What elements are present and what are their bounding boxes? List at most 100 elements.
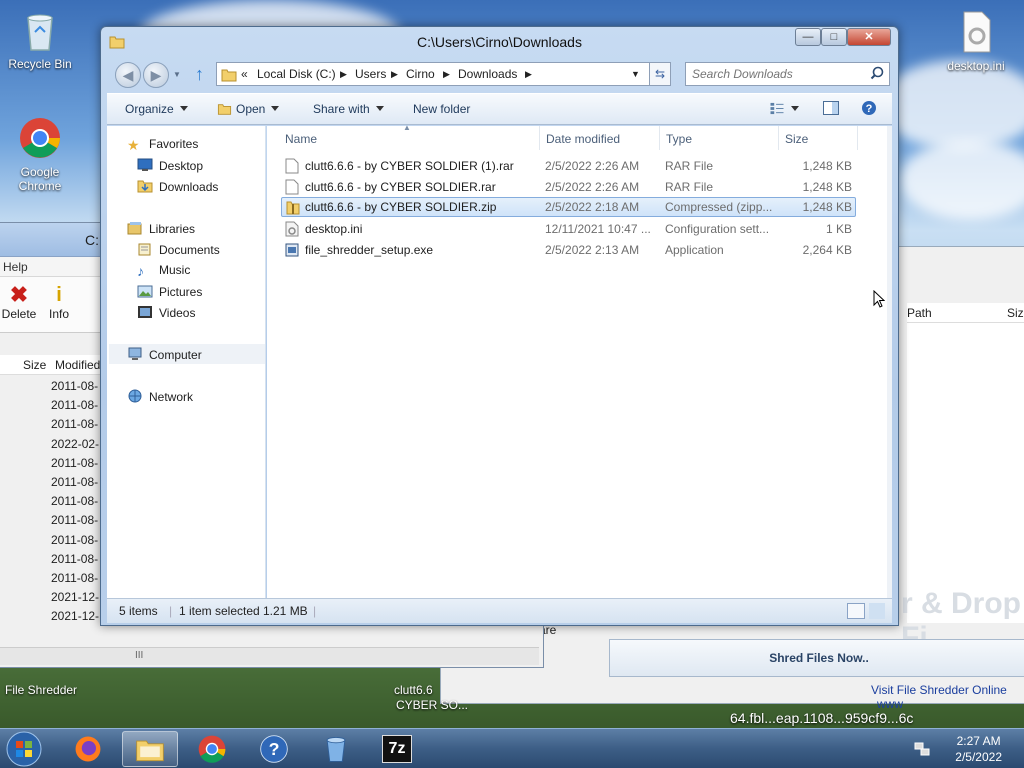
list-item[interactable]: 2011-08-	[51, 569, 99, 588]
desktop-icon-google-chrome[interactable]: Google Chrome	[0, 116, 80, 193]
maximize-button[interactable]: □	[821, 28, 847, 46]
column-header-date-modified[interactable]: Date modified	[546, 132, 620, 146]
list-item[interactable]: 2021-12-	[51, 588, 99, 607]
window-titlebar[interactable]: C:\Users\Cirno\Downloads — □ ✕	[101, 27, 898, 59]
breadcrumb-cirno[interactable]: Cirno	[406, 67, 435, 81]
file-row[interactable]: desktop.ini 12/11/2021 10:47 ... Configu…	[281, 219, 856, 239]
column-header-size[interactable]: Size	[785, 132, 808, 146]
taskbar-explorer[interactable]	[122, 731, 178, 767]
column-divider[interactable]	[857, 126, 858, 150]
details-view-toggle[interactable]	[847, 603, 865, 619]
chevron-right-icon[interactable]: ▶	[443, 69, 450, 80]
search-box[interactable]	[685, 62, 890, 86]
system-clock[interactable]: 2:27 AM 2/5/2022	[955, 733, 1002, 765]
chevron-right-icon[interactable]: ▶	[391, 69, 398, 80]
desktop-icon-recycle-bin[interactable]: Recycle Bin	[0, 8, 80, 71]
nav-network[interactable]: Network	[127, 389, 193, 404]
search-input[interactable]	[692, 64, 862, 84]
minimize-button[interactable]: —	[795, 28, 821, 46]
nav-computer[interactable]: Computer	[109, 344, 265, 364]
file-shredder-desktop-label[interactable]: File Shredder	[5, 683, 77, 697]
column-divider[interactable]	[539, 126, 540, 150]
recent-pages-dropdown[interactable]: ▼	[173, 70, 181, 79]
list-item[interactable]: 2011-08-	[51, 473, 99, 492]
new-folder-button[interactable]: New folder	[413, 102, 470, 116]
nav-favorites[interactable]: ★ Favorites	[127, 137, 198, 153]
list-item[interactable]: 2011-08-	[51, 492, 99, 511]
taskbar-7zip[interactable]: 7z	[370, 731, 426, 767]
menu-help[interactable]: Help	[3, 260, 28, 274]
list-item[interactable]: 2011-08-	[51, 550, 99, 569]
nav-documents[interactable]: Documents	[137, 242, 220, 257]
address-bar[interactable]: « Local Disk (C:) ▶ Users ▶ Cirno ▶ Down…	[216, 62, 671, 86]
column-divider[interactable]	[778, 126, 779, 150]
column-header-name[interactable]: Name	[285, 132, 317, 146]
address-dropdown-icon[interactable]: ▼	[631, 69, 640, 79]
desktop-icon-desktop-ini[interactable]: desktop.ini	[936, 10, 1016, 73]
up-arrow-icon[interactable]: ↑	[195, 64, 204, 85]
desktop-icon-label: Google Chrome	[18, 165, 62, 193]
network-tray-icon[interactable]	[914, 741, 930, 757]
breadcrumb-local-disk[interactable]: Local Disk (C:)	[257, 67, 336, 81]
refresh-button[interactable]: ⇆	[649, 62, 671, 86]
preview-pane-button[interactable]	[823, 101, 839, 118]
taskbar-chrome[interactable]	[184, 731, 240, 767]
column-divider[interactable]	[659, 126, 660, 150]
shred-files-now-button[interactable]: Shred Files Now..	[609, 639, 1024, 677]
column-header-size[interactable]: Size	[1007, 306, 1024, 320]
horizontal-scrollbar[interactable]: III	[0, 647, 539, 665]
clutt-desktop-label-line2[interactable]: CYBER SO...	[396, 698, 468, 712]
column-header-type[interactable]: Type	[666, 132, 692, 146]
list-item[interactable]: 2011-08-	[51, 396, 99, 415]
list-item[interactable]: 2021-12-	[51, 607, 99, 626]
clutt-desktop-label[interactable]: clutt6.6	[394, 683, 433, 697]
taskbar-firefox[interactable]	[62, 731, 118, 767]
forward-button[interactable]: ▶	[143, 62, 169, 88]
large-icons-view-toggle[interactable]	[869, 603, 885, 619]
nav-desktop[interactable]: Desktop	[137, 158, 203, 173]
breadcrumb-overflow[interactable]: «	[241, 67, 248, 81]
nav-label: Music	[159, 263, 191, 277]
list-item[interactable]: 2011-08-	[51, 377, 99, 396]
column-header-size[interactable]: Size	[23, 358, 46, 372]
column-header-path[interactable]: Path	[907, 306, 932, 320]
visit-link-www[interactable]: www	[877, 697, 903, 711]
file-row[interactable]: clutt6.6.6 - by CYBER SOLDIER.rar 2/5/20…	[281, 177, 856, 197]
list-item[interactable]: 2011-08-	[51, 511, 99, 530]
search-icon[interactable]	[870, 66, 884, 80]
help-button[interactable]: ?	[861, 100, 877, 119]
network-icon	[128, 389, 142, 403]
list-item[interactable]: 2011-08-	[51, 531, 99, 550]
file-row[interactable]: file_shredder_setup.exe 2/5/2022 2:13 AM…	[281, 240, 856, 260]
close-button[interactable]: ✕	[847, 28, 891, 46]
breadcrumb-users[interactable]: Users	[355, 67, 386, 81]
start-button[interactable]	[4, 730, 44, 768]
visit-link-text[interactable]: Visit File Shredder Online	[871, 683, 1007, 697]
taskbar-shredder[interactable]	[308, 731, 364, 767]
back-button[interactable]: ◀	[115, 62, 141, 88]
visit-online-link[interactable]: Visit File Shredder Online www	[871, 683, 1024, 711]
chevron-right-icon[interactable]: ▶	[525, 69, 532, 80]
list-item[interactable]: 2011-08-	[51, 454, 99, 473]
nav-downloads[interactable]: Downloads	[137, 179, 218, 194]
file-row-selected[interactable]: clutt6.6.6 - by CYBER SOLDIER.zip 2/5/20…	[281, 197, 856, 217]
chevron-right-icon[interactable]: ▶	[340, 69, 347, 80]
nav-libraries[interactable]: Libraries	[127, 221, 195, 236]
share-with-button[interactable]: Share with	[313, 102, 384, 116]
file-row[interactable]: clutt6.6.6 - by CYBER SOLDIER (1).rar 2/…	[281, 156, 856, 176]
organize-button[interactable]: Organize	[125, 102, 188, 116]
taskbar-help[interactable]: ?	[246, 731, 302, 767]
list-item[interactable]: 2011-08-	[51, 415, 99, 434]
info-button[interactable]: i Info	[39, 283, 79, 321]
nav-pictures[interactable]: Pictures	[137, 284, 202, 299]
delete-button[interactable]: ✖ Delete	[0, 283, 39, 322]
view-options-button[interactable]	[769, 102, 799, 116]
scrollbar-grip[interactable]: III	[135, 650, 143, 661]
nav-videos[interactable]: Videos	[137, 305, 195, 320]
list-item[interactable]: 2022-02-	[51, 435, 99, 454]
vertical-scrollbar[interactable]	[887, 126, 892, 598]
nav-music[interactable]: ♪ Music	[137, 263, 191, 279]
open-button[interactable]: Open	[217, 102, 280, 116]
column-header-modified[interactable]: Modified	[55, 358, 100, 372]
breadcrumb-downloads[interactable]: Downloads	[458, 67, 517, 81]
